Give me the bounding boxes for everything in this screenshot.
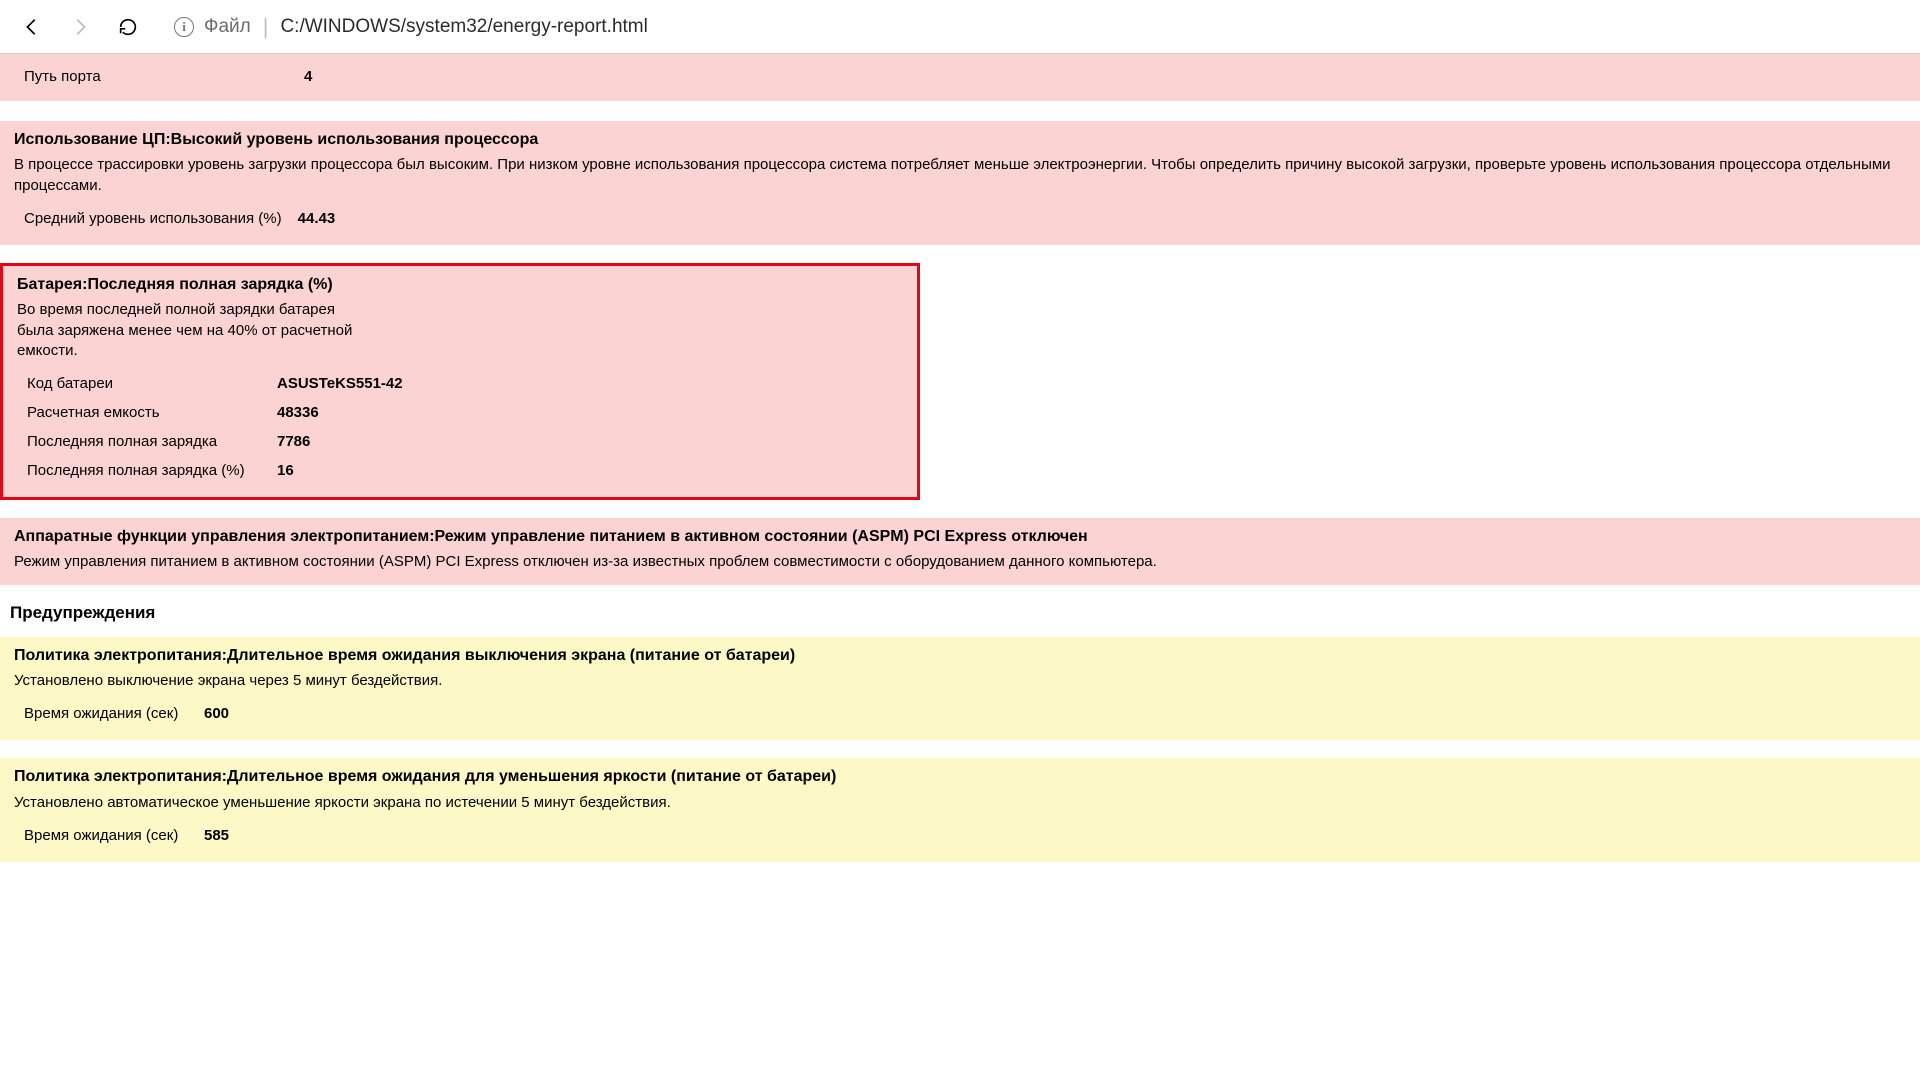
section-description: Установлено автоматическое уменьшение яр… [14, 793, 1910, 813]
section-description: В процессе трассировки уровень загрузки … [14, 155, 1910, 196]
row-value: ASUSTeKS551-42 [277, 369, 419, 398]
section-title: Аппаратные функции управления электропит… [14, 526, 1910, 548]
row-key: Последняя полная зарядка (%) [27, 456, 277, 485]
row-value: 48336 [277, 398, 419, 427]
section-description: Режим управления питанием в активном сос… [14, 552, 1910, 572]
row-value: 16 [277, 456, 419, 485]
section-cpu-usage: Использование ЦП:Высокий уровень использ… [0, 121, 1920, 245]
section-port-path: Путь порта 4 [0, 54, 1920, 101]
section-aspm: Аппаратные функции управления электропит… [0, 518, 1920, 585]
warnings-heading: Предупреждения [10, 603, 1920, 623]
row-key: Расчетная емкость [27, 398, 277, 427]
warn2-table: Время ожидания (сек) 585 [24, 821, 245, 850]
address-file-label: Файл [204, 16, 251, 38]
address-path: C:/WINDOWS/system32/energy-report.html [280, 16, 647, 38]
address-separator: | [263, 14, 269, 40]
table-row: Время ожидания (сек) 585 [24, 821, 245, 850]
row-value: 600 [204, 699, 245, 728]
row-value: 4 [304, 62, 328, 91]
row-key: Путь порта [24, 62, 304, 91]
cpu-table: Средний уровень использования (%) 44.43 [24, 204, 351, 233]
row-value: 7786 [277, 427, 419, 456]
table-row: Время ожидания (сек) 600 [24, 699, 245, 728]
row-value: 585 [204, 821, 245, 850]
warn1-table: Время ожидания (сек) 600 [24, 699, 245, 728]
table-row: Последняя полная зарядка 7786 [27, 427, 419, 456]
back-button[interactable] [12, 7, 52, 47]
row-key: Средний уровень использования (%) [24, 204, 298, 233]
reload-button[interactable] [108, 7, 148, 47]
section-description: Установлено выключение экрана через 5 ми… [14, 671, 1910, 691]
row-key: Код батареи [27, 369, 277, 398]
table-row: Код батареи ASUSTeKS551-42 [27, 369, 419, 398]
table-row: Средний уровень использования (%) 44.43 [24, 204, 351, 233]
port-table: Путь порта 4 [24, 62, 328, 91]
address-bar[interactable]: i Файл | C:/WINDOWS/system32/energy-repo… [174, 14, 1908, 40]
row-value: 44.43 [298, 204, 352, 233]
section-title: Политика электропитания:Длительное время… [14, 645, 1910, 667]
row-key: Последняя полная зарядка [27, 427, 277, 456]
info-icon: i [174, 17, 194, 37]
browser-toolbar: i Файл | C:/WINDOWS/system32/energy-repo… [0, 0, 1920, 54]
table-row: Последняя полная зарядка (%) 16 [27, 456, 419, 485]
section-title: Использование ЦП:Высокий уровень использ… [14, 129, 1910, 151]
section-warning-dim-timeout: Политика электропитания:Длительное время… [0, 758, 1920, 862]
table-row: Расчетная емкость 48336 [27, 398, 419, 427]
row-key: Время ожидания (сек) [24, 699, 204, 728]
section-description: Во время последней полной зарядки батаре… [17, 300, 357, 361]
section-title: Политика электропитания:Длительное время… [14, 766, 1910, 788]
section-warning-display-timeout: Политика электропитания:Длительное время… [0, 637, 1920, 741]
report-content: Путь порта 4 Использование ЦП:Высокий ур… [0, 54, 1920, 862]
battery-table: Код батареи ASUSTeKS551-42 Расчетная емк… [27, 369, 419, 485]
table-row: Путь порта 4 [24, 62, 328, 91]
row-key: Время ожидания (сек) [24, 821, 204, 850]
forward-button[interactable] [60, 7, 100, 47]
section-battery: Батарея:Последняя полная зарядка (%) Во … [0, 263, 920, 500]
section-title: Батарея:Последняя полная зарядка (%) [17, 274, 357, 296]
